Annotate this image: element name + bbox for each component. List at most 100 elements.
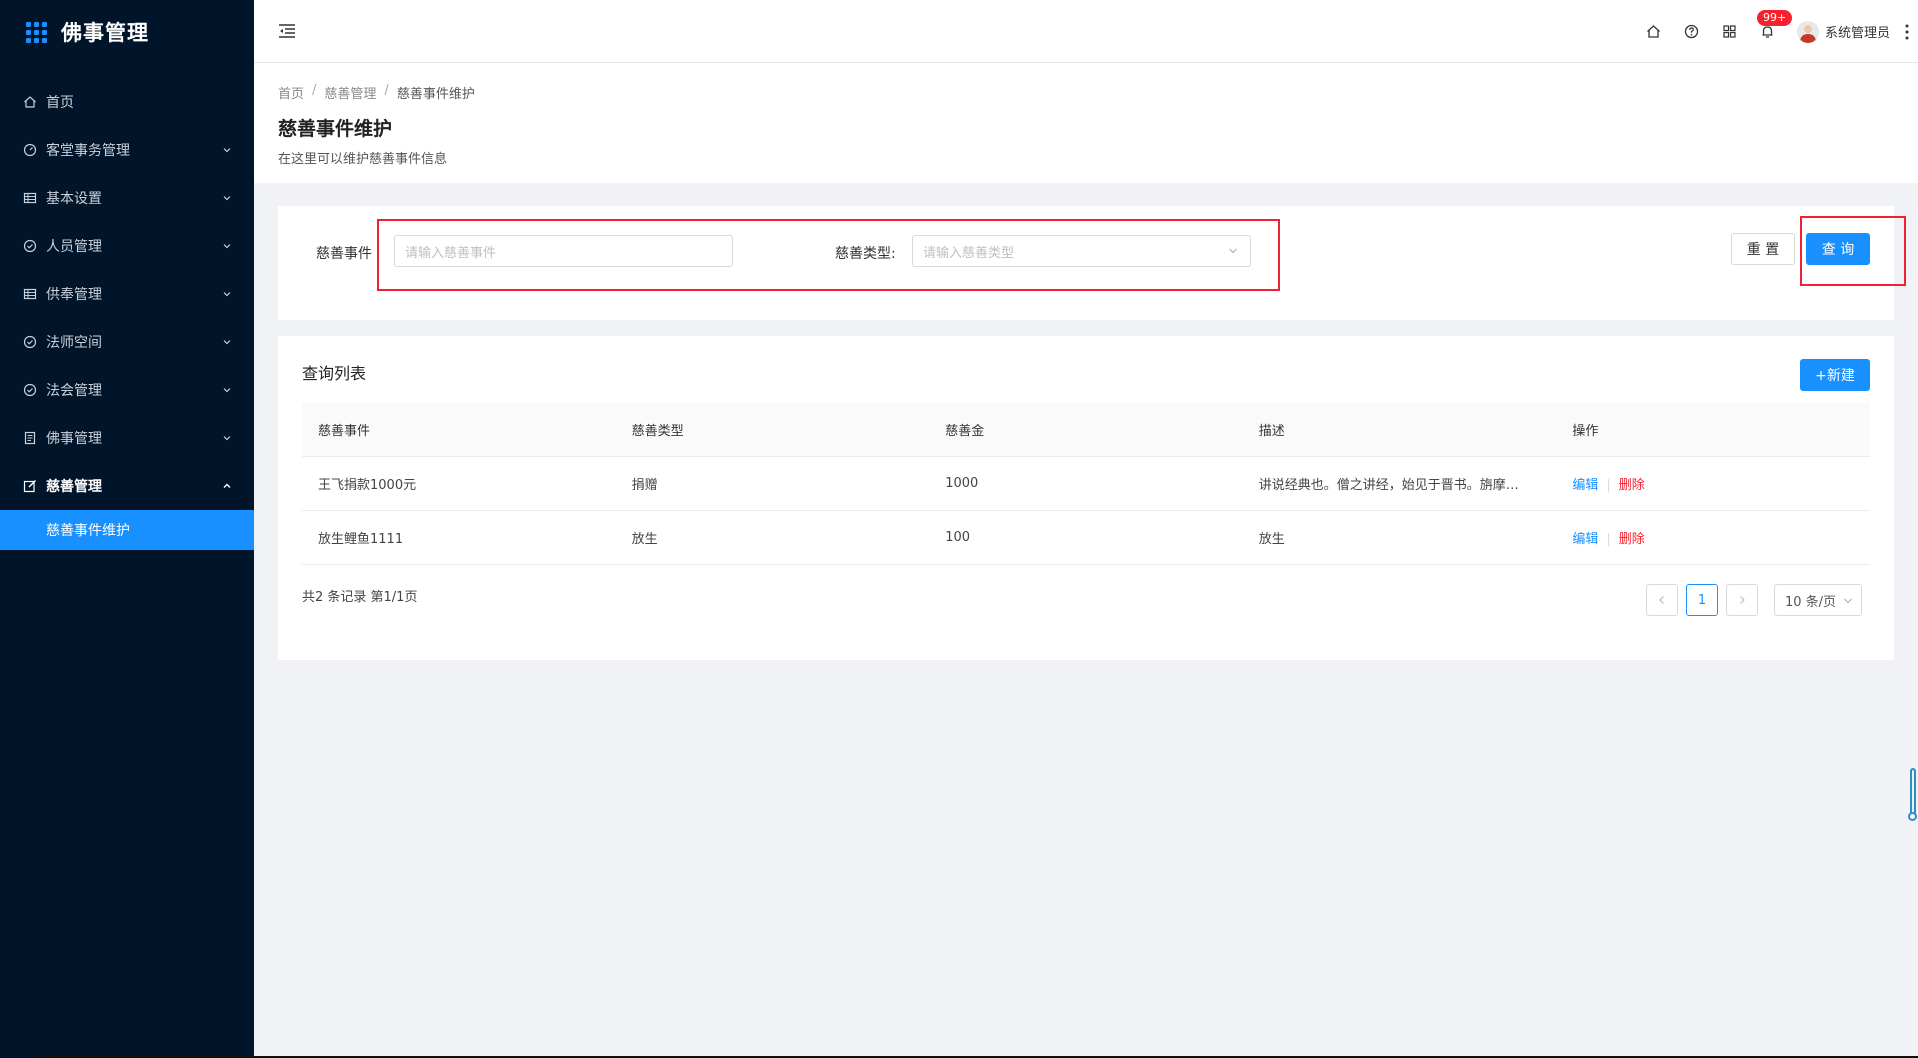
sidebar-item-label: 佛事管理 xyxy=(46,431,102,447)
type-select-placeholder: 请输入慈善类型 xyxy=(923,245,1015,261)
app-title: 佛事管理 xyxy=(61,21,149,45)
pagination: 1 10 条/页 xyxy=(1646,584,1862,616)
new-button[interactable]: +新建 xyxy=(1800,359,1870,391)
table-row: 王飞捐款1000元 捐赠 1000 讲说经典也。僧之讲经，始见于晋书。旃摩… 编… xyxy=(302,457,1870,511)
chevron-down-icon xyxy=(1844,598,1852,604)
cell-event: 王飞捐款1000元 xyxy=(318,478,417,493)
cell-type: 捐赠 xyxy=(631,478,658,493)
bell-icon[interactable]: 99+ xyxy=(1756,9,1793,41)
cell-event: 放生鲤鱼1111 xyxy=(318,532,404,547)
type-select[interactable]: 请输入慈善类型 xyxy=(912,235,1251,267)
cell-description: 讲说经典也。僧之讲经，始见于晋书。旃摩… xyxy=(1258,478,1519,493)
cell-description: 放生 xyxy=(1258,532,1285,547)
sidebar-subitem-label: 慈善事件维护 xyxy=(46,523,130,539)
sidebar-item-home[interactable]: 首页 xyxy=(0,78,254,126)
sidebar-item-label: 法师空间 xyxy=(46,335,102,351)
sidebar-item-offering[interactable]: 供奉管理 xyxy=(0,270,254,318)
page-size-value: 10 条/页 xyxy=(1785,594,1837,610)
username[interactable]: 系统管理员 xyxy=(1825,22,1890,41)
sidebar-item-charity[interactable]: 慈善管理 xyxy=(0,462,254,510)
apps-icon[interactable] xyxy=(1721,23,1739,41)
table-icon xyxy=(22,286,38,302)
action-divider: | xyxy=(1606,478,1611,493)
chevron-down-icon xyxy=(223,292,231,297)
scrollbar-handle[interactable] xyxy=(1908,812,1917,821)
chevron-down-icon xyxy=(223,244,231,249)
page-description: 在这里可以维护慈善事件信息 xyxy=(278,152,448,167)
prev-page-button[interactable] xyxy=(1646,584,1678,616)
cell-actions: 编辑 | 删除 xyxy=(1556,474,1870,493)
reset-button[interactable]: 重 置 xyxy=(1731,233,1795,265)
app-grid-icon xyxy=(26,21,47,43)
breadcrumb-item[interactable]: 慈善管理 xyxy=(324,83,376,102)
sidebar-item-master-space[interactable]: 法师空间 xyxy=(0,318,254,366)
check-circle-icon xyxy=(22,238,38,254)
column-header: 操作 xyxy=(1572,424,1599,439)
more-vertical-icon[interactable] xyxy=(1902,23,1912,41)
sidebar-item-basic-settings[interactable]: 基本设置 xyxy=(0,174,254,222)
avatar[interactable] xyxy=(1796,20,1819,43)
edit-link[interactable]: 编辑 xyxy=(1572,478,1598,493)
list-title: 查询列表 xyxy=(302,364,367,383)
event-label: 慈善事件 xyxy=(316,246,372,262)
breadcrumb-separator: / xyxy=(312,83,317,98)
cell-amount: 1000 xyxy=(945,476,979,491)
check-circle-icon xyxy=(22,382,38,398)
menu-fold-icon[interactable] xyxy=(278,22,296,40)
delete-link[interactable]: 删除 xyxy=(1619,532,1645,547)
chevron-down-icon xyxy=(223,340,231,345)
event-input[interactable]: 请输入慈善事件 xyxy=(394,235,733,267)
breadcrumb-item[interactable]: 首页 xyxy=(278,83,304,102)
sidebar-item-label: 供奉管理 xyxy=(46,287,102,303)
column-header: 描述 xyxy=(1258,424,1285,439)
type-label: 慈善类型: xyxy=(835,246,896,262)
chevron-left-icon xyxy=(1659,596,1664,604)
sidebar-subitem-charity-event[interactable]: 慈善事件维护 xyxy=(0,510,254,550)
chevron-down-icon xyxy=(223,436,231,441)
column-header: 慈善金 xyxy=(945,424,985,439)
sidebar-item-label: 法会管理 xyxy=(46,383,102,399)
sidebar-item-label: 慈善管理 xyxy=(46,479,102,495)
sidebar-item-label: 客堂事务管理 xyxy=(46,143,130,159)
dashboard-icon xyxy=(22,142,38,158)
page-size-select[interactable]: 10 条/页 xyxy=(1774,584,1862,616)
chevron-down-icon xyxy=(223,196,231,201)
notification-badge: 99+ xyxy=(1756,9,1793,26)
help-icon[interactable] xyxy=(1683,23,1701,41)
cell-type: 放生 xyxy=(631,532,658,547)
cell-amount: 100 xyxy=(945,530,971,545)
column-header: 慈善事件 xyxy=(318,424,371,439)
list-card: 查询列表 +新建 慈善事件 慈善类型 慈善金 描述 操作 王飞捐款1000元 捐… xyxy=(278,336,1894,660)
page-number[interactable]: 1 xyxy=(1686,584,1718,616)
sidebar-menu: 首页 客堂事务管理 基本设置 人员管理 供奉管理 法师空间 法会管理 佛事管理 … xyxy=(0,78,254,550)
query-button[interactable]: 查 询 xyxy=(1806,233,1870,265)
delete-link[interactable]: 删除 xyxy=(1619,478,1645,493)
chevron-down-icon xyxy=(1229,248,1237,254)
sidebar-item-personnel[interactable]: 人员管理 xyxy=(0,222,254,270)
pagination-total: 共2 条记录 第1/1页 xyxy=(302,590,418,605)
sidebar-item-hall-affairs[interactable]: 客堂事务管理 xyxy=(0,126,254,174)
table-icon xyxy=(22,190,38,206)
home-icon[interactable] xyxy=(1645,23,1663,41)
sidebar-item-dharma-assembly[interactable]: 法会管理 xyxy=(0,366,254,414)
chevron-up-icon xyxy=(223,483,231,488)
chevron-right-icon xyxy=(1740,596,1745,604)
cell-actions: 编辑 | 删除 xyxy=(1556,528,1870,547)
page-title: 慈善事件维护 xyxy=(278,118,393,140)
data-table: 慈善事件 慈善类型 慈善金 描述 操作 王飞捐款1000元 捐赠 1000 讲说… xyxy=(302,403,1870,565)
sidebar-item-label: 基本设置 xyxy=(46,191,102,207)
breadcrumb-separator: / xyxy=(384,83,389,98)
chevron-down-icon xyxy=(223,148,231,153)
table-row: 放生鲤鱼1111 放生 100 放生 编辑 | 删除 xyxy=(302,511,1870,565)
chevron-down-icon xyxy=(223,388,231,393)
search-card: 慈善事件 请输入慈善事件 慈善类型: 请输入慈善类型 重 置 查 询 xyxy=(278,206,1906,320)
edit-link[interactable]: 编辑 xyxy=(1572,532,1598,547)
sidebar-item-buddhist-affairs[interactable]: 佛事管理 xyxy=(0,414,254,462)
next-page-button[interactable] xyxy=(1726,584,1758,616)
reset-button-label: 重 置 xyxy=(1746,242,1780,258)
header-actions: 99+ 系统管理员 xyxy=(1645,0,1918,63)
query-button-label: 查 询 xyxy=(1821,242,1855,258)
breadcrumb-current: 慈善事件维护 xyxy=(396,87,475,102)
logo[interactable]: 佛事管理 xyxy=(0,0,254,64)
page-header: 首页 / 慈善管理 / 慈善事件维护 慈善事件维护 在这里可以维护慈善事件信息 xyxy=(254,63,1918,183)
